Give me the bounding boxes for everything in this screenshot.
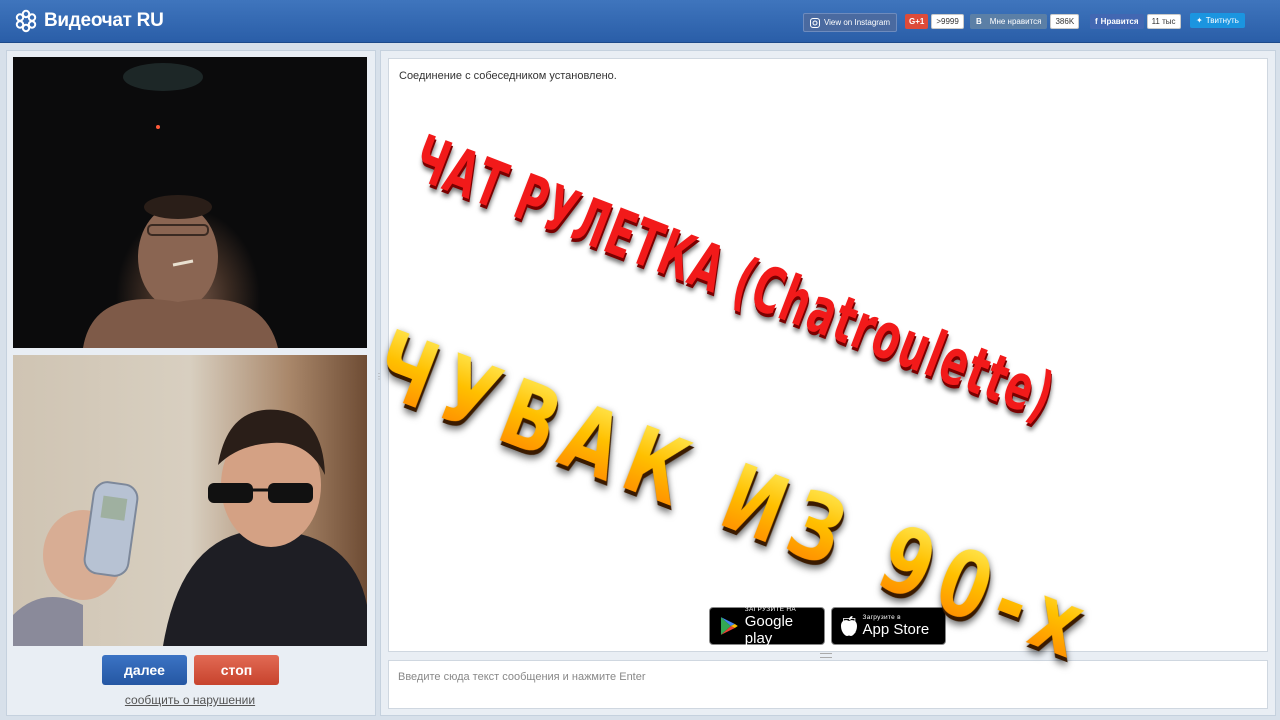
vk-like-label: В Мне нравится xyxy=(970,14,1048,29)
instagram-label: View on Instagram xyxy=(823,18,891,27)
vk-icon: В xyxy=(976,17,982,26)
connection-status-message: Соединение с собеседником установлено. xyxy=(399,70,617,82)
gplus-button[interactable]: G+1 >9999 xyxy=(905,13,964,30)
twitter-tweet-button[interactable]: ✦ Твитнуть xyxy=(1190,13,1245,28)
facebook-like-button[interactable]: f Нравится 11 тыс xyxy=(1090,13,1181,30)
google-play-big-text: Google play xyxy=(744,612,794,647)
self-video-figure xyxy=(13,409,367,646)
twitter-label: Твитнуть xyxy=(1205,16,1239,25)
partner-video-figure xyxy=(83,63,278,348)
gplus-count: >9999 xyxy=(931,14,964,29)
message-input[interactable] xyxy=(396,670,1260,684)
instagram-icon xyxy=(809,17,820,28)
site-logo[interactable]: Видеочат RU xyxy=(14,8,164,34)
twitter-icon: ✦ xyxy=(1196,16,1203,25)
instagram-button[interactable]: View on Instagram xyxy=(803,13,897,32)
next-button[interactable]: далее xyxy=(102,655,187,685)
apple-logo-icon xyxy=(840,616,857,636)
vk-like-button[interactable]: В Мне нравится 386K xyxy=(970,13,1080,30)
chat-resize-grip[interactable] xyxy=(820,653,832,658)
top-bar: Видеочат RU View on Instagram G+1 >9999 … xyxy=(0,0,1280,43)
logo-text: Видеочат RU xyxy=(44,10,164,31)
gplus-label: G+1 xyxy=(905,14,929,29)
partner-video xyxy=(13,57,367,348)
facebook-icon: f xyxy=(1095,17,1098,26)
stop-button[interactable]: стоп xyxy=(194,655,279,685)
google-play-badge[interactable]: ЗАГРУЗИТЕ НА Google play xyxy=(709,605,825,647)
google-play-icon xyxy=(720,617,738,635)
facebook-like-count: 11 тыс xyxy=(1146,14,1181,29)
self-video xyxy=(13,355,367,646)
message-input-box[interactable] xyxy=(388,660,1268,709)
vk-like-count: 386K xyxy=(1050,14,1080,29)
logo-flower-icon xyxy=(15,9,37,33)
report-abuse-link[interactable]: сообщить о нарушении xyxy=(100,693,280,707)
facebook-like-label: f Нравится xyxy=(1090,14,1144,29)
google-play-small-text: ЗАГРУЗИТЕ НА xyxy=(744,605,797,613)
